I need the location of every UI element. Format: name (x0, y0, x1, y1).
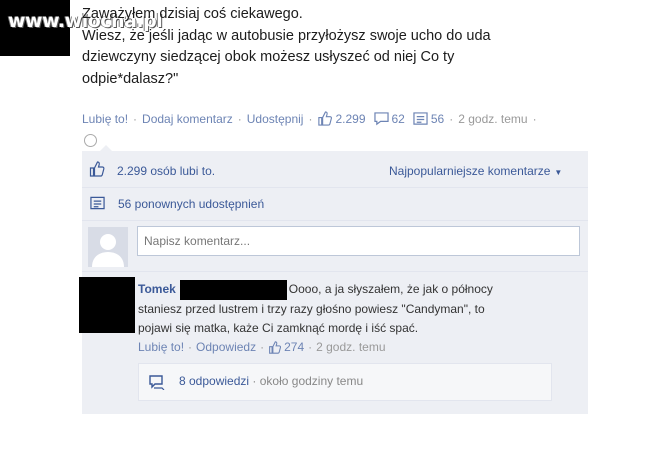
user-avatar (88, 227, 128, 267)
comment-input[interactable]: Napisz komentarz... (137, 226, 580, 256)
separator: · (308, 340, 313, 354)
thumbs-up-icon (318, 111, 333, 126)
separator: · (252, 374, 260, 388)
comment-line-3: pojawi się matka, każe Ci zamknąć mordę … (138, 321, 419, 335)
comments-count-link[interactable]: 62 (373, 111, 405, 126)
shares-text[interactable]: 56 ponownych udostępnień (118, 197, 264, 211)
post-text: Zaważyłem dzisiaj coś ciekawego. Wiesz, … (82, 4, 602, 90)
comment-line-2: staniesz przed lustrem i trzy razy głośn… (138, 302, 485, 316)
likes-count-link[interactable]: 2.299 (317, 111, 366, 126)
sort-label: Najpopularniejsze komentarze (389, 164, 551, 178)
comment-likes-link[interactable]: 274 (268, 340, 304, 354)
replies-info: 8 odpowiedzi · około godziny temu (179, 374, 363, 388)
shares-row: 56 ponownych udostępnień (82, 188, 588, 221)
post-time[interactable]: 2 godz. temu (458, 112, 527, 126)
share-icon (90, 196, 105, 210)
share-icon (413, 111, 428, 125)
add-comment-link[interactable]: Dodaj komentarz (142, 112, 233, 126)
comment: Tomek Oooo, a ja słyszałem, że jak o półn… (79, 272, 588, 414)
comment-composer: Napisz komentarz... (82, 221, 588, 272)
post-line-4: odpie*dalasz?" (82, 70, 179, 87)
comment-actions: Lubię to! · Odpowiedz · 274 · 2 godz. te… (138, 340, 386, 354)
post-line-1: Zaważyłem dzisiaj coś ciekawego. (82, 6, 303, 22)
replies-time: około godziny temu (259, 374, 364, 388)
thumbs-up-icon (269, 340, 282, 354)
silhouette-icon (92, 234, 124, 267)
separator: · (532, 111, 537, 126)
separator: · (449, 111, 454, 126)
reply-link[interactable]: Odpowiedz (196, 340, 256, 354)
commenter-name[interactable]: Tomek (138, 282, 176, 296)
replies-box[interactable]: 8 odpowiedzi · około godziny temu (138, 363, 552, 401)
separator: · (260, 340, 265, 354)
separator: · (308, 111, 313, 126)
comment-like-link[interactable]: Lubię to! (138, 340, 184, 354)
reply-icon (149, 375, 165, 390)
dropdown-icon: ▼ (554, 168, 563, 177)
separator: · (188, 340, 193, 354)
comment-line-1: Oooo, a ja słyszałem, że jak o północy (288, 282, 493, 297)
feedback-box: 2.299 osób lubi to. Najpopularniejsze ko… (79, 151, 588, 414)
share-link[interactable]: Udostępnij (247, 112, 304, 126)
commenter-avatar[interactable] (79, 277, 135, 333)
comment-text: Tomek Oooo, a ja słyszałem, że jak o półn… (138, 280, 563, 338)
replies-count[interactable]: 8 odpowiedzi (179, 374, 249, 388)
sort-comments-dropdown[interactable]: Najpopularniejsze komentarze ▼ (389, 164, 562, 178)
comments-count: 62 (391, 111, 405, 126)
comment-time[interactable]: 2 godz. temu (316, 340, 385, 354)
shares-count: 56 (430, 111, 445, 126)
likes-count: 2.299 (335, 111, 366, 126)
likes-text[interactable]: 2.299 osób lubi to. (117, 164, 215, 178)
like-link[interactable]: Lubię to! (82, 112, 128, 126)
post-actions: Lubię to! · Dodaj komentarz · Udostępnij… (82, 111, 542, 126)
comment-icon (373, 111, 389, 125)
post-line-3: dziewczyny siedzącej obok możesz usłysze… (82, 49, 455, 65)
separator: · (133, 111, 138, 126)
separator: · (237, 111, 242, 126)
globe-icon (84, 134, 97, 147)
post-line-2: Wiesz, że jeśli jadąc w autobusie przyło… (82, 27, 491, 44)
comment-likes-count: 274 (284, 340, 305, 354)
thumbs-up-icon (89, 161, 105, 177)
shares-count-link[interactable]: 56 (413, 112, 444, 126)
redaction (179, 280, 287, 300)
likes-row: 2.299 osób lubi to. Najpopularniejsze ko… (82, 151, 588, 188)
